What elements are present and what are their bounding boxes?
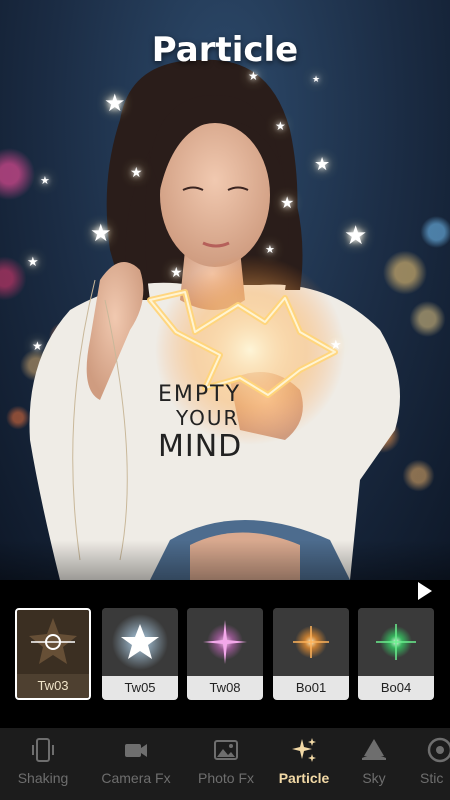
play-icon[interactable] <box>418 582 432 600</box>
sparkle-icon: ★ <box>248 69 259 83</box>
effect-label: Bo04 <box>358 676 434 700</box>
effect-tray[interactable]: Tw03 Tw05 Tw08 Bo01 Bo04 <box>0 602 450 728</box>
nav-item-photo-fx[interactable]: Photo Fx <box>190 736 262 792</box>
sparkle-icon: ★ <box>90 220 112 247</box>
effect-thumbnail <box>187 608 263 676</box>
effect-label: Tw03 <box>17 674 89 698</box>
effect-label: Bo01 <box>273 676 349 700</box>
effect-thumbnail <box>358 608 434 676</box>
effect-thumbnail <box>17 610 89 674</box>
sparkle-icon: ★ <box>104 90 126 117</box>
effect-item-bo01[interactable]: Bo01 <box>273 608 349 700</box>
nav-label: Photo Fx <box>197 770 255 786</box>
nav-label: Camera Fx <box>101 770 171 786</box>
screen-title: Particle <box>151 30 299 70</box>
sparkle-icon: ★ <box>265 244 275 256</box>
orange-burst-icon <box>293 626 329 658</box>
effect-thumbnail <box>102 608 178 676</box>
camera-icon <box>125 744 147 757</box>
effect-item-tw03[interactable]: Tw03 <box>15 608 91 700</box>
play-bar <box>0 580 450 602</box>
sparkle-icon: ★ <box>32 339 43 353</box>
sky-icon <box>362 739 386 760</box>
sparkle-icon <box>292 738 316 762</box>
photo-subject <box>29 59 400 580</box>
photo-preview[interactable]: EMPTY YOUR MIND ★ ★ ★ ★ ★ ★ ★ ★ ★ ★ ★ ★ … <box>0 0 450 580</box>
sparkle-icon: ★ <box>280 195 295 212</box>
nav-label: Shaking <box>17 770 69 786</box>
effect-item-tw08[interactable]: Tw08 <box>187 608 263 700</box>
shirt-line: YOUR <box>176 406 240 431</box>
sparkle-icon: ★ <box>344 220 368 250</box>
sparkle-icon: ★ <box>275 119 286 133</box>
effect-label: Tw05 <box>102 676 178 700</box>
nav-label: Stic <box>420 770 444 786</box>
bottom-nav: Shaking Camera Fx Photo Fx Particle Sky <box>0 728 450 800</box>
sparkle-icon: ★ <box>170 264 183 280</box>
nav-item-shaking[interactable]: Shaking <box>8 736 78 792</box>
shirt-line: MIND <box>158 429 243 465</box>
sparkle-icon: ★ <box>312 74 321 84</box>
shaking-icon <box>32 738 54 762</box>
nav-label: Sky <box>362 770 386 786</box>
effect-item-bo04[interactable]: Bo04 <box>358 608 434 700</box>
effect-label: Tw08 <box>187 676 263 700</box>
nav-item-camera-fx[interactable]: Camera Fx <box>96 736 176 792</box>
star-glow-icon <box>112 614 168 670</box>
sparkle-icon: ★ <box>40 175 50 187</box>
green-burst-icon <box>376 624 416 660</box>
sparkle-icon: ★ <box>27 254 39 269</box>
twinkle-glow-icon <box>203 620 247 664</box>
nav-label: Particle <box>278 770 330 786</box>
nav-item-sticker[interactable]: Stic <box>420 736 450 792</box>
effect-thumbnail <box>273 608 349 676</box>
crosshair-star-icon <box>29 618 77 664</box>
effect-item-tw05[interactable]: Tw05 <box>102 608 178 700</box>
shirt-line: EMPTY <box>158 382 242 407</box>
sparkle-icon: ★ <box>314 154 331 174</box>
image-icon <box>214 740 238 760</box>
nav-item-sky[interactable]: Sky <box>352 736 396 792</box>
sticker-icon <box>427 737 450 763</box>
nav-item-particle[interactable]: Particle <box>272 736 336 792</box>
sparkle-icon: ★ <box>330 337 342 352</box>
shirt-text: EMPTY YOUR MIND <box>158 382 258 465</box>
sparkle-icon: ★ <box>130 164 143 180</box>
